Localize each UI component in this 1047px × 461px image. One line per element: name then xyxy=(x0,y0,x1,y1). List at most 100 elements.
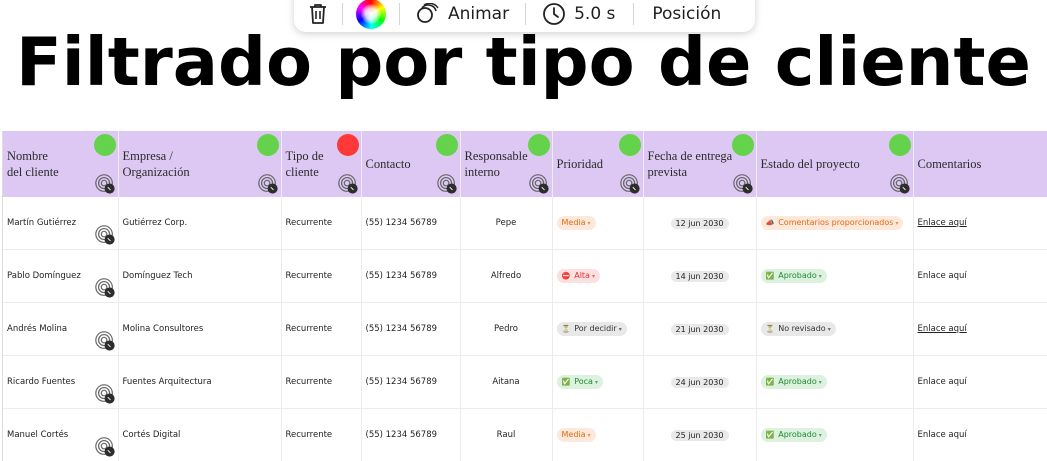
cell-empresa[interactable]: Cortés Digital xyxy=(118,408,282,461)
target-icon[interactable] xyxy=(436,173,458,195)
comment-link[interactable]: Enlace aquí xyxy=(918,377,967,387)
priority-badge[interactable]: ⏳ Por decidir ▾ xyxy=(556,322,627,336)
comment-link[interactable]: Enlace aquí xyxy=(918,218,967,228)
cell-empresa[interactable]: Fuentes Arquitectura xyxy=(118,355,282,409)
priority-badge[interactable]: ✅ Poca ▾ xyxy=(556,375,603,389)
cell-comentarios[interactable]: Enlace aquí xyxy=(913,408,1047,461)
cell-prioridad[interactable]: Media ▾ xyxy=(552,197,644,250)
target-icon[interactable] xyxy=(94,383,116,405)
table-row: Pablo Domínguez Domínguez Tech Recurrente (… xyxy=(3,249,1047,303)
cell-tipo[interactable]: Recurrente xyxy=(281,249,362,303)
target-icon[interactable] xyxy=(94,436,116,458)
column-header-label: Contacto xyxy=(365,157,411,171)
target-icon[interactable] xyxy=(257,173,279,195)
internal-owner: Pedro xyxy=(494,324,518,334)
status-badge[interactable]: ✅ Aprobado ▾ xyxy=(760,269,827,283)
cell-prioridad[interactable]: ⛔ Alta ▾ xyxy=(552,249,644,303)
cell-comentarios[interactable]: Enlace aquí xyxy=(913,249,1047,303)
column-header[interactable]: Estado del proyecto xyxy=(756,131,914,197)
target-icon[interactable] xyxy=(94,277,116,299)
cell-responsable[interactable]: Alfredo xyxy=(460,249,553,303)
cell-comentarios[interactable]: Enlace aquí xyxy=(913,302,1047,356)
column-header[interactable]: Responsable interno xyxy=(460,131,553,197)
target-icon[interactable] xyxy=(94,330,116,352)
cell-responsable[interactable]: Aitana xyxy=(460,355,553,409)
due-date-chip: 21 jun 2030 xyxy=(670,323,729,335)
cell-responsable[interactable]: Pepe xyxy=(460,197,553,250)
status-badge[interactable]: ⏳ No revisado ▾ xyxy=(760,322,836,336)
cell-comentarios[interactable]: Enlace aquí xyxy=(913,355,1047,409)
cell-fecha[interactable]: 25 jun 2030 xyxy=(643,408,757,461)
cell-fecha[interactable]: 24 jun 2030 xyxy=(643,355,757,409)
status-dot xyxy=(731,134,754,156)
table-row: Martín Gutiérrez Gutiérrez Corp. Recurrent… xyxy=(3,197,1047,250)
cell-fecha[interactable]: 12 jun 2030 xyxy=(643,197,757,250)
cell-prioridad[interactable]: Media ▾ xyxy=(552,408,644,461)
status-dot xyxy=(618,134,641,156)
comment-link[interactable]: Enlace aquí xyxy=(918,430,967,440)
status-dot xyxy=(336,134,359,156)
comment-link[interactable]: Enlace aquí xyxy=(918,324,967,334)
cell-tipo[interactable]: Recurrente xyxy=(281,197,362,250)
column-header[interactable]: Empresa / Organización xyxy=(118,131,282,197)
status-badge[interactable]: ✅ Aprobado ▾ xyxy=(760,375,827,389)
priority-icon: ✅ xyxy=(561,378,571,386)
priority-label: Por decidir xyxy=(574,324,617,333)
cell-nombre[interactable]: Ricardo Fuentes xyxy=(3,355,119,409)
chevron-down-icon: ▾ xyxy=(594,379,598,386)
cell-empresa[interactable]: Gutiérrez Corp. xyxy=(118,197,282,250)
target-icon[interactable] xyxy=(732,173,754,195)
column-header-label: Estado del proyecto xyxy=(760,157,860,171)
cell-prioridad[interactable]: ⏳ Por decidir ▾ xyxy=(552,302,644,356)
cell-empresa[interactable]: Domínguez Tech xyxy=(118,249,282,303)
priority-badge[interactable]: ⛔ Alta ▾ xyxy=(556,269,600,283)
column-header[interactable]: Prioridad xyxy=(552,131,644,197)
client-name: Pablo Domínguez xyxy=(7,271,81,281)
target-icon[interactable] xyxy=(619,173,641,195)
cell-tipo[interactable]: Recurrente xyxy=(281,302,362,356)
column-header[interactable]: Contacto xyxy=(361,131,461,197)
cell-tipo[interactable]: Recurrente xyxy=(281,355,362,409)
status-badge[interactable]: 📣 Comentarios proporcionados ▾ xyxy=(760,216,904,230)
cell-empresa[interactable]: Molina Consultores xyxy=(118,302,282,356)
cell-prioridad[interactable]: ✅ Poca ▾ xyxy=(552,355,644,409)
cell-responsable[interactable]: Pedro xyxy=(460,302,553,356)
target-icon[interactable] xyxy=(94,224,116,246)
target-icon[interactable] xyxy=(94,173,116,195)
client-type: Recurrente xyxy=(285,218,333,228)
comment-link[interactable]: Enlace aquí xyxy=(918,271,967,281)
cell-contacto[interactable]: (55) 1234 56789 xyxy=(361,302,461,356)
cell-nombre[interactable]: Andrés Molina xyxy=(3,302,119,356)
cell-nombre[interactable]: Manuel Cortés xyxy=(3,408,119,461)
priority-badge[interactable]: Media ▾ xyxy=(556,216,596,230)
target-icon[interactable] xyxy=(889,173,911,195)
column-header[interactable]: Nombre del cliente xyxy=(3,131,119,197)
cell-estado[interactable]: 📣 Comentarios proporcionados ▾ xyxy=(756,197,914,250)
cell-contacto[interactable]: (55) 1234 56789 xyxy=(361,197,461,250)
cell-estado[interactable]: ✅ Aprobado ▾ xyxy=(756,249,914,303)
cell-nombre[interactable]: Pablo Domínguez xyxy=(3,249,119,303)
contact-phone: (55) 1234 56789 xyxy=(365,271,438,281)
cell-contacto[interactable]: (55) 1234 56789 xyxy=(361,249,461,303)
status-badge[interactable]: ✅ Aprobado ▾ xyxy=(760,428,827,442)
target-icon[interactable] xyxy=(528,173,550,195)
cell-contacto[interactable]: (55) 1234 56789 xyxy=(361,355,461,409)
column-header[interactable]: Comentarios xyxy=(913,131,1047,197)
cell-contacto[interactable]: (55) 1234 56789 xyxy=(361,408,461,461)
status-dot xyxy=(93,134,116,156)
column-header[interactable]: Tipo de cliente xyxy=(281,131,362,197)
priority-badge[interactable]: Media ▾ xyxy=(556,428,596,442)
cell-fecha[interactable]: 14 jun 2030 xyxy=(643,249,757,303)
cell-comentarios[interactable]: Enlace aquí xyxy=(913,197,1047,250)
cell-responsable[interactable]: Raul xyxy=(460,408,553,461)
column-header[interactable]: Fecha de entrega prevista xyxy=(643,131,757,197)
cell-estado[interactable]: ⏳ No revisado ▾ xyxy=(756,302,914,356)
internal-owner: Aitana xyxy=(492,377,520,387)
page-title[interactable]: Filtrado por tipo de cliente xyxy=(0,22,1047,102)
cell-fecha[interactable]: 21 jun 2030 xyxy=(643,302,757,356)
target-icon[interactable] xyxy=(337,173,359,195)
cell-estado[interactable]: ✅ Aprobado ▾ xyxy=(756,408,914,461)
cell-tipo[interactable]: Recurrente xyxy=(281,408,362,461)
cell-estado[interactable]: ✅ Aprobado ▾ xyxy=(756,355,914,409)
cell-nombre[interactable]: Martín Gutiérrez xyxy=(3,197,119,250)
